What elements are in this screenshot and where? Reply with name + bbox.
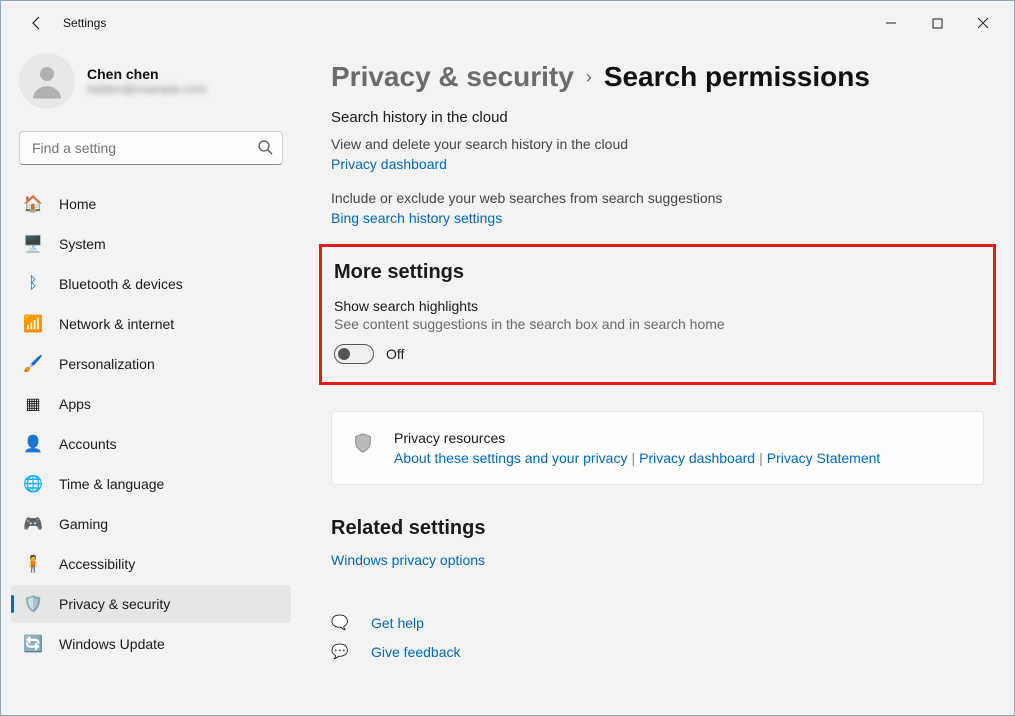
nav-label: Privacy & security [59, 596, 170, 612]
maximize-button[interactable] [914, 7, 960, 39]
maximize-icon [932, 18, 943, 29]
sidebar-item-bluetooth[interactable]: ᛒ Bluetooth & devices [11, 265, 291, 303]
toggle-knob [338, 348, 350, 360]
avatar [19, 53, 75, 109]
profile-name: Chen chen [87, 66, 207, 82]
sidebar-item-update[interactable]: 🔄 Windows Update [11, 625, 291, 663]
help-icon: 🗨️ [331, 614, 351, 631]
system-icon: 🖥️ [23, 234, 43, 254]
back-button[interactable] [19, 5, 55, 41]
sidebar-item-accounts[interactable]: 👤 Accounts [11, 425, 291, 463]
sidebar-item-personalization[interactable]: 🖌️ Personalization [11, 345, 291, 383]
clock-icon: 🌐 [23, 474, 43, 494]
main-content: Privacy & security › Search permissions … [301, 45, 1014, 715]
apps-icon: ▦ [23, 394, 43, 414]
accessibility-icon: 🧍 [23, 554, 43, 574]
give-feedback-link[interactable]: Give feedback [371, 644, 461, 660]
close-button[interactable] [960, 7, 1006, 39]
sidebar-item-time[interactable]: 🌐 Time & language [11, 465, 291, 503]
breadcrumb-parent[interactable]: Privacy & security [331, 61, 574, 93]
resources-link-statement[interactable]: Privacy Statement [767, 450, 881, 466]
cloud-history-title: Search history in the cloud [331, 109, 984, 126]
nav-label: Home [59, 196, 96, 212]
update-icon: 🔄 [23, 634, 43, 654]
highlights-label: Show search highlights [334, 298, 981, 314]
more-settings-highlight: More settings Show search highlights See… [319, 244, 996, 385]
nav-label: Time & language [59, 476, 164, 492]
nav-label: Accessibility [59, 556, 135, 572]
close-icon [977, 17, 989, 29]
search [19, 131, 283, 165]
get-help-link[interactable]: Get help [371, 615, 424, 631]
get-help-row[interactable]: 🗨️ Get help [331, 614, 984, 631]
windows-privacy-link[interactable]: Windows privacy options [331, 552, 485, 568]
nav-label: Accounts [59, 436, 117, 452]
toggle-state: Off [386, 346, 404, 362]
breadcrumb: Privacy & security › Search permissions [331, 61, 984, 93]
sidebar-item-apps[interactable]: ▦ Apps [11, 385, 291, 423]
resources-link-dashboard[interactable]: Privacy dashboard [639, 450, 755, 466]
privacy-dashboard-link[interactable]: Privacy dashboard [331, 156, 447, 172]
sidebar-item-home[interactable]: 🏠 Home [11, 185, 291, 223]
gaming-icon: 🎮 [23, 514, 43, 534]
minimize-button[interactable] [868, 7, 914, 39]
resources-link-about[interactable]: About these settings and your privacy [394, 450, 627, 466]
nav-label: Personalization [59, 356, 155, 372]
breadcrumb-current: Search permissions [604, 61, 870, 93]
nav-label: Windows Update [59, 636, 165, 652]
feedback-row[interactable]: 💬 Give feedback [331, 643, 984, 660]
highlights-desc: See content suggestions in the search bo… [334, 316, 981, 332]
nav-label: Gaming [59, 516, 108, 532]
more-settings-title: More settings [334, 261, 981, 284]
shield-icon: 🛡️ [23, 594, 43, 614]
nav-label: Network & internet [59, 316, 174, 332]
sidebar-item-accessibility[interactable]: 🧍 Accessibility [11, 545, 291, 583]
resources-title: Privacy resources [394, 430, 880, 446]
window-title: Settings [63, 16, 106, 30]
nav-label: System [59, 236, 106, 252]
feedback-icon: 💬 [331, 643, 351, 660]
profile-email: hidden@example.com [87, 82, 207, 96]
bluetooth-icon: ᛒ [23, 274, 43, 294]
titlebar: Settings [1, 1, 1014, 45]
nav-label: Bluetooth & devices [59, 276, 183, 292]
highlights-toggle[interactable] [334, 344, 374, 364]
wifi-icon: 📶 [23, 314, 43, 334]
nav: 🏠 Home 🖥️ System ᛒ Bluetooth & devices 📶 Net… [11, 185, 291, 663]
cloud-desc-1: View and delete your search history in t… [331, 136, 984, 152]
profile[interactable]: Chen chen hidden@example.com [11, 45, 291, 123]
brush-icon: 🖌️ [23, 354, 43, 374]
minimize-icon [885, 17, 897, 29]
sidebar-item-system[interactable]: 🖥️ System [11, 225, 291, 263]
shield-icon [352, 432, 374, 454]
person-icon [26, 60, 68, 102]
bing-history-link[interactable]: Bing search history settings [331, 210, 502, 226]
search-icon[interactable] [257, 139, 273, 160]
search-input[interactable] [19, 131, 283, 165]
home-icon: 🏠 [23, 194, 43, 214]
accounts-icon: 👤 [23, 434, 43, 454]
chevron-right-icon: › [586, 67, 592, 88]
sidebar-item-gaming[interactable]: 🎮 Gaming [11, 505, 291, 543]
nav-label: Apps [59, 396, 91, 412]
related-title: Related settings [331, 517, 984, 540]
arrow-left-icon [29, 15, 45, 31]
sidebar-item-privacy[interactable]: 🛡️ Privacy & security [11, 585, 291, 623]
cloud-desc-2: Include or exclude your web searches fro… [331, 190, 984, 206]
privacy-resources-card: Privacy resources About these settings a… [331, 411, 984, 485]
sidebar-item-network[interactable]: 📶 Network & internet [11, 305, 291, 343]
sidebar: Chen chen hidden@example.com 🏠 Home 🖥️ Sys… [1, 45, 301, 715]
